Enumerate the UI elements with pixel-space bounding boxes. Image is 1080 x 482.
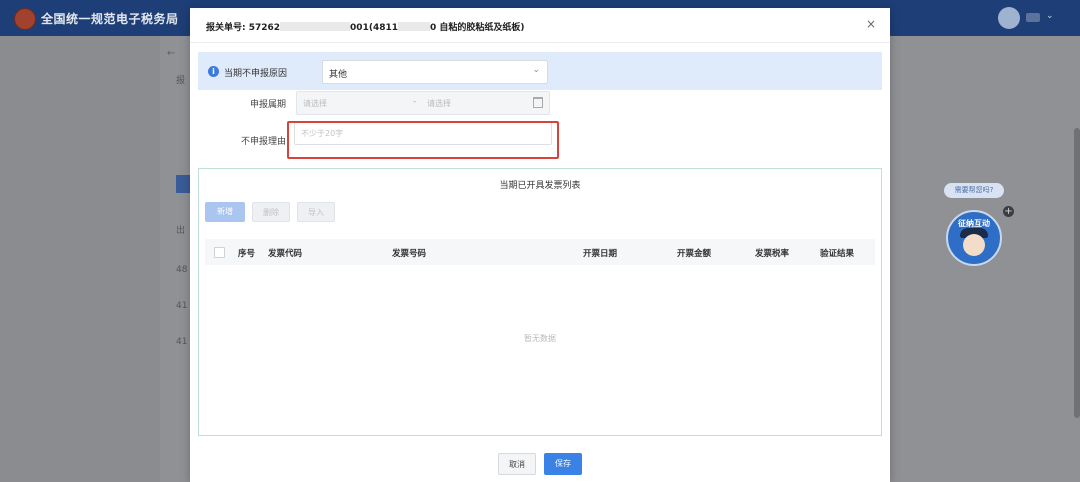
period-end-input[interactable]: 请选择 [427, 98, 451, 109]
cancel-button[interactable]: 取消 [498, 453, 536, 475]
save-button[interactable]: 保存 [544, 453, 582, 475]
column-header: 验证结果 [820, 249, 855, 259]
column-header: 序号 [238, 249, 256, 259]
background-text: 41 [176, 337, 188, 347]
invoice-table-header: 序号 发票代码 发票号码 开票日期 开票金额 发票税率 验证结果 [205, 239, 875, 265]
date-separator: - [413, 97, 417, 107]
user-menu[interactable]: ⌄ [998, 7, 1058, 29]
chevron-down-icon: ⌄ [1046, 11, 1054, 21]
column-header: 发票税率 [755, 249, 790, 259]
highlight-annotation [287, 121, 559, 159]
column-header: 开票金额 [677, 249, 712, 259]
empty-state-text: 暂无数据 [524, 334, 556, 343]
add-invoice-button[interactable]: 新增 [205, 202, 245, 222]
officer-face-icon [963, 234, 985, 256]
avatar [998, 7, 1020, 29]
title-mid: 001(4811 [350, 23, 398, 33]
import-invoice-button[interactable]: 导入 [297, 202, 335, 222]
background-button [176, 175, 190, 193]
dialog-header: 报关单号: 57262 001(4811 0 自粘的胶粘纸及纸板) × [190, 8, 890, 43]
period-label: 申报属期 [249, 100, 286, 110]
chevron-down-icon: ⌄ [532, 65, 540, 75]
period-start-input[interactable]: 请选择 [303, 98, 327, 109]
info-icon: i [208, 66, 219, 77]
background-text: 48 [176, 265, 188, 275]
background-text: 报 [176, 76, 186, 86]
invoice-list-title: 当期已开具发票列表 [499, 181, 581, 191]
plus-icon[interactable]: + [1003, 206, 1014, 217]
title-prefix: 报关单号: 57262 [206, 23, 281, 33]
page-scrollbar[interactable] [1074, 128, 1080, 418]
user-name-redacted [1026, 13, 1040, 22]
background-text: 出 [176, 226, 186, 236]
assistant-avatar[interactable]: 征纳互动 [946, 210, 1002, 266]
reason-type-label: 当期不申报原因 [224, 69, 288, 79]
reason-label: 不申报理由 [240, 137, 286, 147]
no-declaration-reason-bar: i 当期不申报原因 其他 ⌄ [198, 52, 882, 90]
redacted-block [398, 22, 430, 31]
dialog-title: 报关单号: 57262 001(4811 0 自粘的胶粘纸及纸板) [206, 20, 525, 33]
column-header: 开票日期 [583, 249, 618, 259]
close-icon[interactable]: × [866, 17, 876, 31]
site-title: 全国统一规范电子税务局 [41, 12, 179, 26]
period-date-range[interactable]: 请选择 - 请选择 [296, 91, 550, 115]
select-all-checkbox[interactable] [214, 247, 225, 258]
title-suffix: 0 自粘的胶粘纸及纸板) [430, 23, 525, 33]
background-text: 41 [176, 301, 188, 311]
back-arrow-icon[interactable]: ← [167, 48, 175, 59]
reason-type-select[interactable]: 其他 ⌄ [322, 60, 548, 84]
invoice-list-panel: 当期已开具发票列表 新增 删除 导入 序号 发票代码 发票号码 开票日期 开票金… [198, 168, 882, 436]
assistant-bubble[interactable]: 需要帮您吗? [944, 183, 1004, 198]
column-header: 发票代码 [268, 249, 303, 259]
reason-type-value: 其他 [329, 70, 348, 80]
tax-bureau-emblem-icon [14, 8, 36, 30]
calendar-icon[interactable] [533, 97, 543, 108]
redacted-block [280, 22, 351, 31]
column-header: 发票号码 [392, 249, 427, 259]
delete-invoice-button[interactable]: 删除 [252, 202, 290, 222]
